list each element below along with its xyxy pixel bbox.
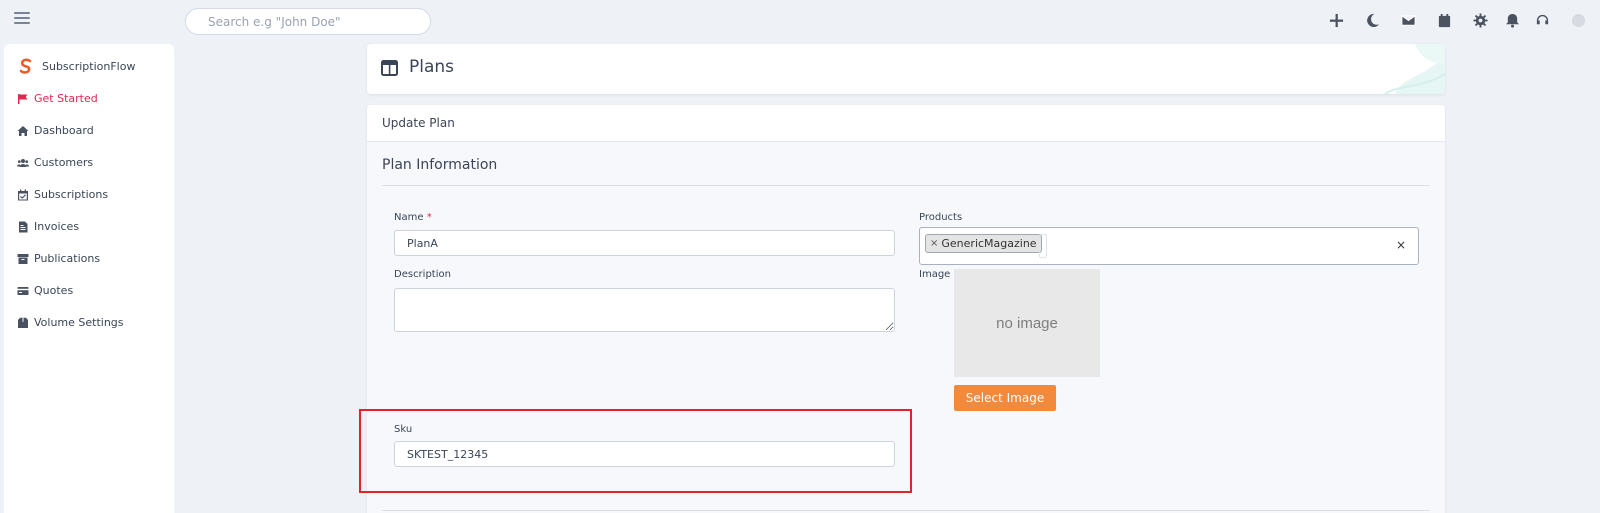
top-bar bbox=[0, 0, 1600, 40]
clear-icon[interactable]: × bbox=[1396, 238, 1406, 252]
plus-icon[interactable] bbox=[1326, 10, 1346, 30]
sidebar-item-label: Publications bbox=[34, 252, 101, 265]
sidebar-item-label: Volume Settings bbox=[34, 316, 124, 329]
name-label-text: Name bbox=[394, 212, 424, 223]
gear-icon[interactable] bbox=[1470, 10, 1490, 30]
headset-icon[interactable] bbox=[1532, 10, 1552, 30]
sidebar-item-quotes[interactable]: Quotes bbox=[16, 284, 73, 297]
calendar-check-icon bbox=[16, 188, 29, 201]
sidebar-item-label: Subscriptions bbox=[34, 188, 109, 201]
sidebar-item-get-started[interactable]: Get Started bbox=[16, 92, 98, 105]
sku-highlight-box bbox=[359, 409, 912, 493]
avatar[interactable] bbox=[1568, 10, 1588, 30]
products-select[interactable]: × GenericMagazine × bbox=[919, 227, 1419, 265]
section-title: Plan Information bbox=[382, 157, 498, 173]
archive-icon bbox=[16, 252, 29, 265]
page-title: Plans bbox=[409, 57, 455, 77]
card-icon bbox=[16, 284, 29, 297]
image-placeholder: no image bbox=[954, 269, 1100, 377]
divider bbox=[382, 510, 1430, 511]
moon-icon[interactable] bbox=[1362, 10, 1382, 30]
description-label: Description bbox=[394, 269, 451, 280]
sidebar-item-label: Dashboard bbox=[34, 124, 94, 137]
box-icon bbox=[16, 316, 29, 329]
product-tag-label: GenericMagazine bbox=[941, 237, 1037, 250]
sidebar-item-publications[interactable]: Publications bbox=[16, 252, 100, 265]
product-tag: × GenericMagazine bbox=[925, 234, 1042, 253]
envelope-icon[interactable] bbox=[1398, 10, 1418, 30]
flag-icon bbox=[16, 92, 29, 105]
brand-name: SubscriptionFlow bbox=[42, 59, 136, 73]
select-image-button[interactable]: Select Image bbox=[954, 385, 1056, 411]
calendar-icon[interactable] bbox=[1434, 10, 1454, 30]
subscriptionflow-logo-icon bbox=[19, 58, 32, 74]
users-icon bbox=[16, 156, 29, 169]
brand[interactable]: SubscriptionFlow bbox=[18, 58, 135, 74]
sidebar-item-label: Invoices bbox=[34, 220, 80, 233]
bell-icon[interactable] bbox=[1502, 10, 1522, 30]
description-field[interactable] bbox=[394, 288, 895, 332]
search-input[interactable] bbox=[185, 8, 431, 35]
invoice-icon bbox=[16, 220, 29, 233]
sidebar-item-volume-settings[interactable]: Volume Settings bbox=[16, 316, 124, 329]
sidebar-item-label: Get Started bbox=[34, 92, 98, 105]
sidebar-item-label: Quotes bbox=[34, 284, 74, 297]
card-title: Update Plan bbox=[367, 105, 1445, 142]
name-field[interactable] bbox=[394, 230, 895, 256]
products-label: Products bbox=[919, 212, 963, 223]
sidebar-item-dashboard[interactable]: Dashboard bbox=[16, 124, 94, 137]
sidebar: SubscriptionFlow Get Started Dashboard C… bbox=[4, 44, 174, 513]
name-label: Name * bbox=[394, 212, 432, 223]
sidebar-item-invoices[interactable]: Invoices bbox=[16, 220, 79, 233]
divider bbox=[382, 185, 1430, 186]
sidebar-item-customers[interactable]: Customers bbox=[16, 156, 93, 169]
decorative-wave bbox=[1384, 44, 1445, 94]
home-icon bbox=[16, 124, 29, 137]
columns-icon bbox=[381, 60, 398, 76]
tag-remove-icon[interactable]: × bbox=[930, 238, 938, 249]
sidebar-item-label: Customers bbox=[34, 156, 94, 169]
hamburger-menu-icon[interactable] bbox=[14, 12, 30, 25]
required-mark: * bbox=[426, 212, 432, 223]
image-label: Image bbox=[919, 269, 951, 280]
sidebar-item-subscriptions[interactable]: Subscriptions bbox=[16, 188, 108, 201]
page-header: Plans bbox=[367, 44, 1445, 94]
products-search-input[interactable] bbox=[1039, 234, 1047, 258]
